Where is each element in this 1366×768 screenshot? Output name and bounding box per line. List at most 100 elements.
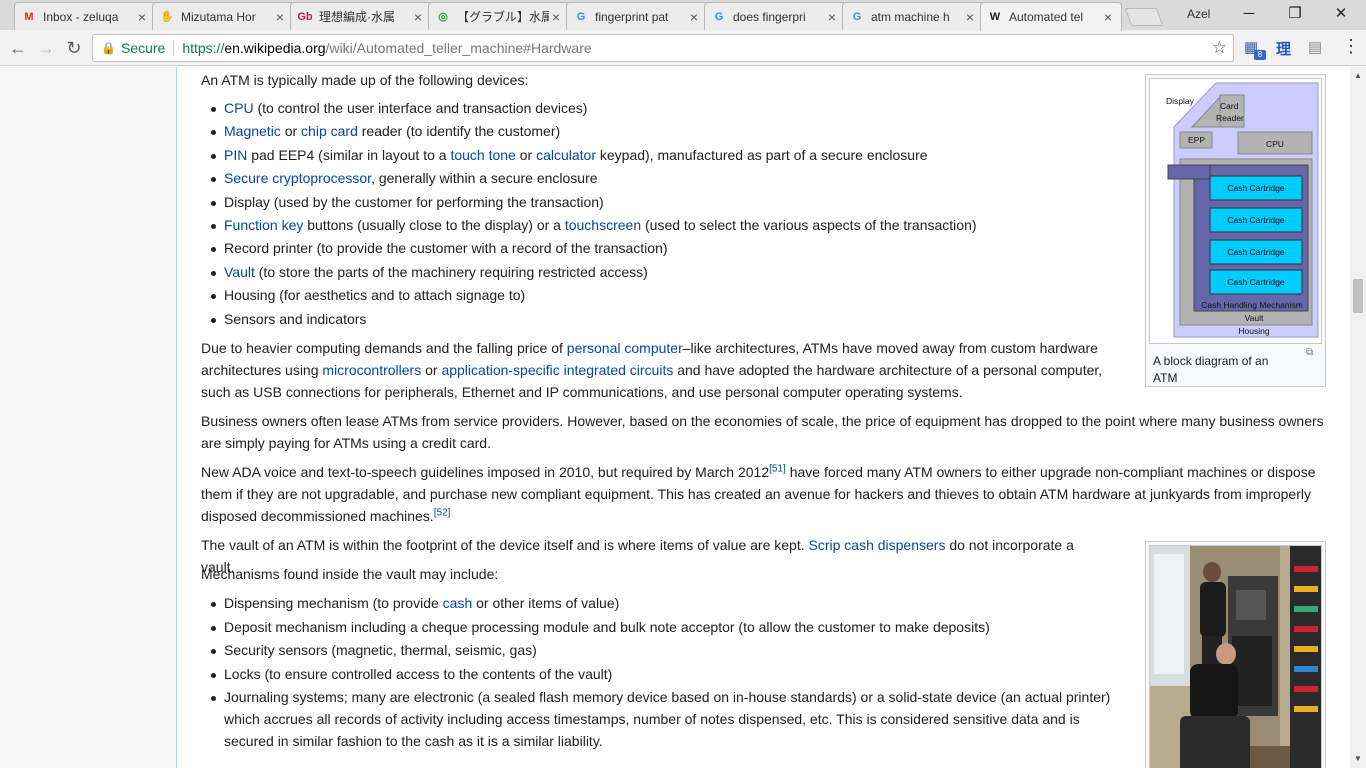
tab-4[interactable]: ◎ 【グラブル】水属性× [428, 2, 570, 30]
tab-close-icon[interactable]: × [963, 9, 977, 25]
extension-icon-3[interactable]: ▤ [1308, 38, 1322, 58]
link-cpu[interactable]: CPU [224, 100, 254, 116]
atm-photo-thumbnail [1145, 541, 1326, 768]
tab-1[interactable]: M Inbox - zeluqa × [14, 2, 156, 30]
list-item-text: Dispensing mechanism (to provide [224, 595, 443, 611]
link-magnetic[interactable]: Magnetic [224, 123, 281, 139]
list-item-text: pad EEP4 (similar in layout to a [247, 146, 451, 163]
tab-label: 【グラブル】水属性 [457, 10, 549, 24]
text-span: New ADA voice and text-to-speech guideli… [201, 464, 770, 480]
diagram-label-cartridge-3: Cash Cartridge [1227, 247, 1284, 257]
mechanisms-list: Dispensing mechanism (to provide cash or… [201, 592, 1111, 754]
atm-photo-image[interactable] [1149, 545, 1322, 768]
site-icon: Gb [297, 10, 313, 23]
translate-extension-icon[interactable]: 理 [1276, 38, 1291, 58]
link-chip-card[interactable]: chip card [301, 123, 358, 139]
list-item: Security sensors (magnetic, thermal, sei… [201, 639, 1111, 661]
diagram-label-display: Display [1166, 96, 1195, 106]
reference-52[interactable]: [52] [434, 507, 451, 518]
atm-diagram-image[interactable]: Display Card Reader EPP CPU Cash Cartrid… [1149, 78, 1322, 344]
link-scrip-cash-dispensers[interactable]: Scrip cash dispensers [809, 537, 946, 553]
paragraph-leasing: Business owners often lease ATMs from se… [201, 413, 1324, 451]
link-function-key[interactable]: Function key [224, 217, 303, 233]
restore-button[interactable]: ❐ [1275, 3, 1315, 25]
tab-label: Mizutama Hor [181, 9, 256, 24]
list-item: Magnetic or chip card reader (to identif… [201, 120, 977, 143]
link-secure-cryptoprocessor[interactable]: Secure cryptoprocessor [224, 170, 371, 186]
url-host: en.wikipedia.org [224, 40, 326, 56]
scroll-up-arrow[interactable]: ▲ [1354, 71, 1362, 80]
url-scheme: https:// [182, 40, 225, 56]
separator [173, 40, 175, 56]
atm-diagram-thumbnail: Display Card Reader EPP CPU Cash Cartrid… [1145, 74, 1326, 387]
profile-name[interactable]: Azel [1187, 7, 1210, 21]
scroll-down-arrow[interactable]: ▼ [1354, 754, 1362, 763]
tab-close-icon[interactable]: × [135, 9, 149, 25]
link-cash[interactable]: cash [443, 595, 473, 611]
link-pin[interactable]: PIN [224, 147, 247, 163]
diagram-label-cartridge-2: Cash Cartridge [1227, 215, 1284, 225]
tab-strip: M Inbox - zeluqa × ✋ Mizutama Hor × Gb 理想編成·水属 ×… [0, 0, 1366, 31]
devices-intro: An ATM is typically made up of the follo… [201, 72, 529, 88]
list-item-text: (used to select the various aspects of t… [641, 217, 977, 234]
list-item: PIN pad EEP4 (similar in layout to a tou… [201, 144, 977, 167]
vertical-scrollbar[interactable]: ▲ ▼ [1350, 67, 1366, 768]
forward-button[interactable]: → [34, 36, 58, 60]
list-item: Housing (for aesthetics and to attach si… [201, 284, 977, 307]
lock-icon: 🔒 [101, 41, 116, 55]
diagram-caption: A block diagram of an ATM [1153, 354, 1269, 385]
link-microcontrollers[interactable]: microcontrollers [322, 362, 421, 378]
list-item: Display (used by the customer for perfor… [201, 191, 977, 214]
link-vault[interactable]: Vault [224, 264, 255, 280]
menu-icon[interactable]: ⋮ [1342, 36, 1360, 56]
scrollbar-thumb[interactable] [1353, 279, 1363, 313]
tab-close-icon[interactable]: × [1101, 9, 1115, 25]
new-tab-button[interactable] [1124, 8, 1164, 26]
list-item-text: or [515, 146, 537, 163]
link-calculator[interactable]: calculator [536, 147, 596, 163]
reference-51[interactable]: [51] [769, 463, 786, 474]
list-item-text: or other items of value) [472, 595, 620, 611]
link-asic[interactable]: application-specific integrated circuits [441, 362, 673, 378]
tab-close-icon[interactable]: × [273, 9, 287, 25]
list-item: Locks (to ensure controlled access to th… [201, 663, 1111, 685]
reload-button[interactable]: ↻ [62, 36, 86, 60]
tab-3[interactable]: Gb 理想編成·水属 × [290, 2, 432, 30]
diagram-label-mechanism: Cash Handling Mechanism [1201, 300, 1303, 310]
back-button[interactable]: ← [6, 36, 30, 60]
list-item: Deposit mechanism including a cheque pro… [201, 616, 1111, 638]
enlarge-icon[interactable]: ⧉ [1306, 347, 1313, 358]
wikipedia-icon: W [989, 11, 1001, 23]
tab-close-icon[interactable]: × [411, 9, 425, 25]
atm-block-diagram: Display Card Reader EPP CPU Cash Cartrid… [1150, 79, 1321, 343]
list-item: Function key buttons (usually close to t… [201, 214, 977, 237]
diagram-label-epp: EPP [1188, 135, 1205, 145]
list-item: Sensors and indicators [201, 308, 977, 331]
secure-label: Secure [120, 40, 166, 56]
bookmark-star-icon[interactable]: ☆ [1212, 38, 1227, 58]
link-touchscreen[interactable]: touchscreen [565, 217, 641, 233]
close-window-button[interactable]: ✕ [1321, 3, 1361, 25]
tab-2[interactable]: ✋ Mizutama Hor × [152, 2, 294, 30]
minimize-button[interactable]: ─ [1229, 3, 1269, 25]
tab-close-icon[interactable]: × [687, 9, 701, 25]
tab-label: fingerprint pat [595, 9, 669, 24]
tab-8[interactable]: W Automated tel × [980, 2, 1122, 31]
list-item: Dispensing mechanism (to provide cash or… [201, 592, 1111, 614]
article-content: An ATM is typically made up of the follo… [176, 67, 1350, 768]
tab-close-icon[interactable]: × [825, 9, 839, 25]
tab-close-icon[interactable]: × [549, 9, 563, 25]
tab-7[interactable]: Gatm machine h × [842, 2, 984, 30]
hand-icon: ✋ [160, 11, 174, 23]
address-bar[interactable]: 🔒 Secure https:// en.wikipedia.org /wiki… [92, 34, 1234, 62]
google-icon: G [852, 10, 862, 23]
tab-5[interactable]: Gfingerprint pat × [566, 2, 708, 30]
link-personal-computer[interactable]: personal computer [567, 340, 683, 356]
list-item-text: keypad), manufactured as part of a secur… [596, 146, 928, 163]
list-item-text: , generally within a secure enclosure [371, 170, 598, 187]
link-touch-tone[interactable]: touch tone [450, 147, 515, 163]
tab-label: 理想編成·水属 [319, 10, 395, 24]
tab-label: Automated tel [1009, 10, 1084, 24]
paragraph-architecture: Due to heavier computing demands and the… [201, 337, 1111, 403]
tab-6[interactable]: Gdoes fingerpri × [704, 2, 846, 30]
